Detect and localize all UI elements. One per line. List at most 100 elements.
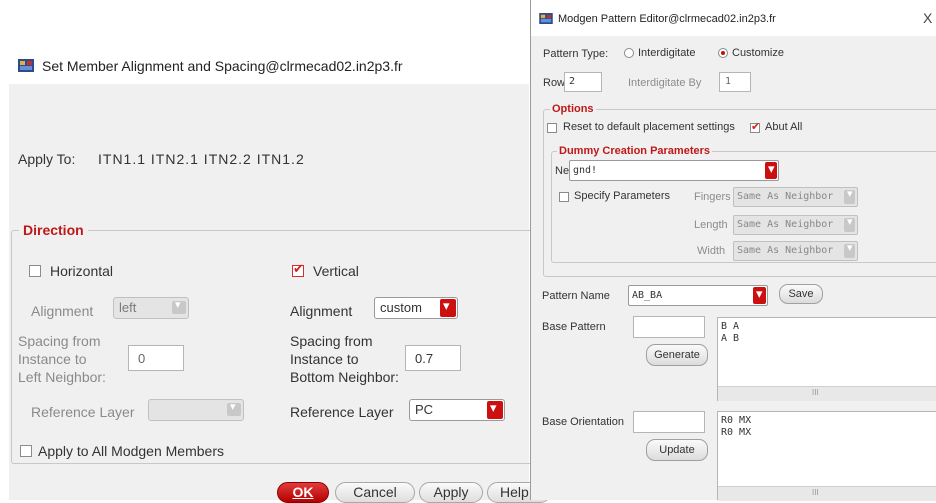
rows-input[interactable]: 2	[564, 72, 602, 92]
vertical-ref-layer-combo[interactable]: PC	[409, 399, 505, 421]
pattern-name-label: Pattern Name	[542, 290, 610, 302]
vertical-alignment-label: Alignment	[290, 303, 353, 319]
set-member-alignment-dialog: Set Member Alignment and Spacing@clrmeca…	[0, 0, 560, 503]
length-value: Same As Neighbor	[737, 219, 834, 230]
close-icon[interactable]: X	[923, 10, 932, 26]
width-combo[interactable]: Same As Neighbor	[733, 241, 858, 261]
base-pattern-line: B A	[721, 321, 740, 332]
right-spacing-label-1: Spacing from	[290, 333, 373, 349]
chevron-down-icon	[765, 161, 777, 179]
horizontal-checkbox[interactable]	[29, 265, 41, 277]
interdigitate-option-label: Interdigitate	[638, 47, 696, 59]
apply-to-value: ITN1.1 ITN2.1 ITN2.2 ITN1.2	[98, 151, 305, 167]
horizontal-alignment-combo[interactable]: left	[113, 297, 189, 319]
reset-label: Reset to default placement settings	[563, 121, 735, 133]
right-spacing-label-3: Bottom Neighbor:	[290, 369, 399, 385]
interdigitate-radio[interactable]	[624, 48, 634, 58]
vertical-alignment-value: custom	[380, 300, 422, 315]
right-spacing-label-2: Instance to	[290, 351, 359, 367]
apply-all-checkbox[interactable]	[20, 445, 32, 457]
pattern-name-combo[interactable]: AB_BA	[628, 285, 768, 306]
apply-to-label: Apply To:	[18, 151, 76, 167]
base-orientation-line: R0 MX	[721, 427, 752, 438]
left-spacing-input[interactable]: 0	[128, 345, 184, 371]
left-spacing-label-2: Instance to	[18, 351, 87, 367]
base-pattern-hscrollbar[interactable]: III	[718, 386, 936, 401]
net-value: gnd!	[573, 165, 598, 176]
chevron-down-icon	[844, 241, 855, 258]
base-orientation-hscrollbar[interactable]: III	[718, 486, 936, 501]
app-icon	[539, 13, 553, 24]
update-button-label: Update	[659, 444, 695, 456]
left-dialog-title: Set Member Alignment and Spacing@clrmeca…	[42, 58, 403, 74]
chevron-down-icon	[844, 215, 855, 232]
vertical-label: Vertical	[313, 263, 359, 279]
ok-button-label: OK	[292, 484, 314, 500]
pattern-name-value: AB_BA	[632, 290, 663, 301]
horizontal-label: Horizontal	[50, 263, 114, 279]
save-button[interactable]: Save	[779, 284, 823, 304]
left-spacing-value: 0	[138, 351, 146, 366]
options-title: Options	[550, 103, 596, 115]
specify-params-checkbox[interactable]	[559, 192, 569, 202]
reset-checkbox[interactable]	[547, 123, 557, 133]
chevron-down-icon	[227, 400, 241, 416]
base-pattern-line: A B	[721, 333, 740, 344]
base-orientation-line: R0 MX	[721, 415, 752, 426]
length-label: Length	[694, 219, 728, 231]
bottom-spacing-input[interactable]: 0.7	[405, 345, 461, 371]
width-label: Width	[697, 245, 726, 257]
customize-option-label: Customize	[732, 47, 784, 59]
scroll-grip-icon: III	[812, 488, 819, 497]
interdigitate-by-label: Interdigitate By	[628, 77, 702, 89]
chevron-down-icon	[487, 400, 503, 419]
base-pattern-input[interactable]	[633, 316, 705, 338]
vertical-ref-layer-value: PC	[415, 402, 434, 417]
specify-params-label: Specify Parameters	[574, 190, 670, 202]
fingers-value: Same As Neighbor	[737, 191, 834, 202]
apply-all-label: Apply to All Modgen Members	[38, 443, 224, 459]
length-combo[interactable]: Same As Neighbor	[733, 215, 858, 235]
bottom-spacing-value: 0.7	[415, 351, 434, 366]
fingers-label: Fingers	[694, 191, 731, 203]
fingers-combo[interactable]: Same As Neighbor	[733, 187, 858, 207]
chevron-down-icon	[753, 286, 766, 304]
chevron-down-icon	[844, 187, 855, 204]
left-spacing-label-1: Spacing from	[18, 333, 101, 349]
horizontal-alignment-value: left	[119, 300, 137, 315]
save-button-label: Save	[788, 288, 814, 300]
left-dialog-body: Apply To: ITN1.1 ITN2.1 ITN2.2 ITN1.2 Di…	[9, 84, 551, 503]
width-value: Same As Neighbor	[737, 245, 834, 256]
interdigitate-by-value: 1	[725, 76, 732, 87]
scroll-grip-icon: III	[812, 388, 819, 397]
net-combo[interactable]: gnd!	[569, 160, 779, 181]
left-spacing-label-3: Left Neighbor:	[18, 369, 106, 385]
base-pattern-textarea[interactable]: B A A B III	[717, 317, 936, 401]
generate-button[interactable]: Generate	[646, 344, 708, 366]
rows-value: 2	[569, 76, 576, 87]
vertical-checkbox[interactable]	[292, 262, 304, 277]
base-orientation-input[interactable]	[633, 411, 705, 433]
interdigitate-by-input[interactable]: 1	[719, 72, 751, 92]
vertical-ref-layer-label: Reference Layer	[290, 404, 394, 420]
modgen-pattern-editor-dialog: Modgen Pattern Editor@clrmecad02.in2p3.f…	[530, 0, 936, 501]
chevron-down-icon	[440, 298, 456, 317]
vertical-alignment-combo[interactable]: custom	[374, 297, 458, 319]
horizontal-ref-layer-combo[interactable]	[148, 399, 244, 421]
help-button-label: Help	[500, 484, 529, 500]
update-button[interactable]: Update	[646, 439, 708, 461]
chevron-down-icon	[172, 298, 186, 314]
base-pattern-label: Base Pattern	[542, 321, 606, 333]
app-icon	[18, 59, 34, 72]
abut-all-checkbox[interactable]	[750, 120, 760, 133]
cancel-button-label: Cancel	[353, 484, 397, 500]
dummy-creation-title: Dummy Creation Parameters	[557, 145, 713, 157]
direction-title: Direction	[19, 222, 88, 238]
horizontal-ref-layer-label: Reference Layer	[31, 404, 135, 420]
base-orientation-textarea[interactable]: R0 MX R0 MX III	[717, 411, 936, 501]
customize-radio[interactable]	[718, 48, 728, 58]
pattern-type-label: Pattern Type:	[543, 48, 609, 60]
horizontal-alignment-label: Alignment	[31, 303, 94, 319]
right-dialog-title: Modgen Pattern Editor@clrmecad02.in2p3.f…	[558, 13, 776, 25]
apply-button-label: Apply	[433, 484, 469, 500]
